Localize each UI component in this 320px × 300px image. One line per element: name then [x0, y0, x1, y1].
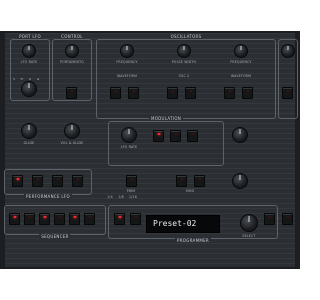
seq-button-5[interactable] [69, 213, 80, 225]
port-lfo-label: PORT LFO [17, 34, 43, 39]
ctrl-label-3: 1/16 [129, 195, 137, 199]
perf-button-3[interactable] [52, 175, 63, 187]
mod-button-5[interactable] [194, 175, 205, 187]
pwm-button[interactable] [126, 175, 137, 187]
prog-button-3[interactable] [264, 213, 275, 225]
waveform-symbol-2: ⊓ [20, 77, 24, 81]
prog-button-4[interactable] [282, 213, 293, 225]
prog-button-1[interactable] [114, 213, 125, 225]
performance-lfo-label: PERFORMANCE LFO [24, 194, 72, 199]
seq-button-6[interactable] [84, 213, 95, 225]
sequencer-label: SEQUENCER [39, 234, 71, 239]
osc3-wave-button-a[interactable] [224, 87, 235, 99]
preset-display: Preset-02 [146, 215, 220, 233]
lfo-rate-label: LFO RATE [20, 60, 38, 64]
control-button[interactable] [66, 87, 77, 99]
osc1-frequency-label: FREQUENCY [116, 60, 138, 64]
portamento-knob[interactable] [65, 44, 79, 58]
mod-button-2[interactable] [170, 130, 181, 142]
perf-button-4[interactable] [72, 175, 83, 187]
pulse-width-knob[interactable] [177, 44, 191, 58]
vol-glide-knob[interactable] [64, 123, 80, 139]
seq-button-3[interactable] [39, 213, 50, 225]
select-label: SELECT [242, 234, 256, 238]
mod-label: MOD [185, 189, 195, 193]
mod-depth-knob[interactable] [232, 173, 248, 189]
perf-button-2[interactable] [32, 175, 43, 187]
mod-button-3[interactable] [187, 130, 198, 142]
right-button[interactable] [282, 87, 293, 99]
osc2-frequency-knob[interactable] [234, 44, 248, 58]
mod-button-1[interactable] [153, 130, 164, 142]
waveform-symbol-4: ⊿ [36, 77, 40, 81]
glide-label: GLIDE [23, 141, 35, 145]
seq-button-2[interactable] [24, 213, 35, 225]
programmer-label: PROGRAMMER [174, 238, 212, 243]
vol-glide-label: VOL & GLIDE [60, 141, 84, 145]
right-knob[interactable] [281, 44, 295, 58]
waveform-symbol-1: ∿ [12, 77, 16, 81]
oscillators-label: OSCILLATORS [168, 34, 204, 39]
glide-knob[interactable] [21, 123, 37, 139]
ctrl-label-2: 1/8 [118, 195, 124, 199]
portamento-label: PORTAMENTO [60, 60, 84, 64]
osc2-label: OSC 2 [178, 74, 190, 78]
osc2-button-b[interactable] [185, 87, 196, 99]
mod-lfo-rate-knob[interactable] [121, 127, 137, 143]
pwm-label: PWM [126, 189, 136, 193]
osc1-wave-button-b[interactable] [128, 87, 139, 99]
osc3-wave-button-b[interactable] [242, 87, 253, 99]
osc1-wave-button-a[interactable] [110, 87, 121, 99]
mod-lfo-rate-label: LFO RATE [120, 145, 138, 149]
select-knob[interactable] [240, 214, 258, 232]
ctrl-label-1: 1/4 [107, 195, 113, 199]
pulse-width-label: PULSE WIDTH [171, 60, 197, 64]
perf-button-1[interactable] [12, 175, 23, 187]
right-mod-knob[interactable] [232, 127, 248, 143]
lfo-wave-knob[interactable] [21, 81, 37, 97]
waveform-label-2: WAVEFORM [230, 74, 252, 78]
osc2-frequency-label: FREQUENCY [230, 60, 252, 64]
waveform-label-1: WAVEFORM [116, 74, 138, 78]
synth-panel: PORT LFO LFO RATE ∿ ⊓ ∧ ⊿ CONTROL PORTAM… [0, 31, 300, 269]
modulation-label: MODULATION [148, 116, 184, 121]
lfo-rate-knob[interactable] [22, 44, 36, 58]
control-label: CONTROL [59, 34, 85, 39]
osc1-frequency-knob[interactable] [120, 44, 134, 58]
seq-button-4[interactable] [54, 213, 65, 225]
osc2-button-a[interactable] [167, 87, 178, 99]
mod-button-4[interactable] [176, 175, 187, 187]
seq-button-1[interactable] [9, 213, 20, 225]
prog-button-2[interactable] [130, 213, 141, 225]
